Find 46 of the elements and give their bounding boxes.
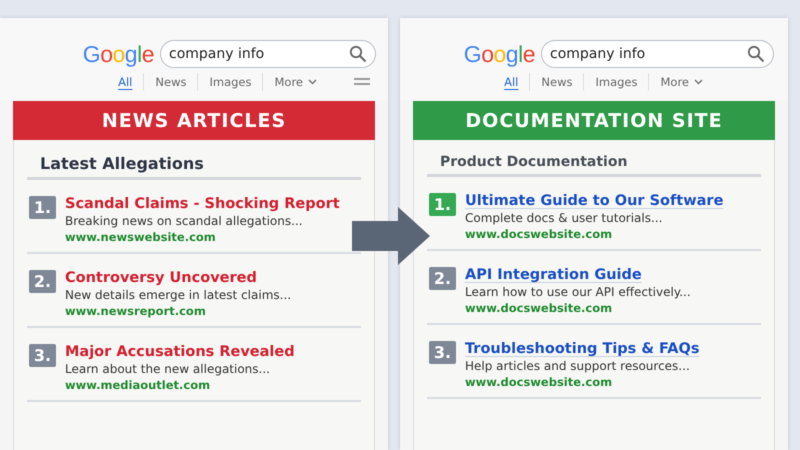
- result-snippet: New details emerge in latest claims...: [65, 288, 292, 302]
- result-snippet: Help articles and support resources...: [465, 359, 690, 373]
- caret-icon: [308, 79, 317, 85]
- result-title-link[interactable]: API Integration Guide: [465, 267, 642, 283]
- rank-badge: 2.: [29, 270, 56, 293]
- search-icon[interactable]: [747, 45, 765, 63]
- menu-icon[interactable]: [354, 78, 370, 86]
- rank-badge: 1.: [429, 193, 456, 216]
- result-url: www.newswebsite.com: [65, 230, 216, 244]
- rank-badge: 3.: [29, 344, 56, 367]
- search-tab[interactable]: All: [107, 73, 144, 91]
- arrow-icon: [352, 207, 430, 265]
- rank-badge: 2.: [429, 267, 456, 290]
- search-tab[interactable]: All: [493, 73, 530, 91]
- rank-badge: 3.: [429, 341, 456, 364]
- search-tab[interactable]: Images: [583, 73, 648, 91]
- rank-badge: 1.: [29, 196, 56, 219]
- result-snippet: Complete docs & user tutorials...: [465, 211, 662, 225]
- result-url: www.newsreport.com: [65, 304, 206, 318]
- result-snippet: Learn about the new allegations...: [65, 362, 270, 376]
- result-title-link[interactable]: Troubleshooting Tips & FAQs: [465, 341, 700, 357]
- google-logo: Google: [464, 40, 535, 68]
- search-tab[interactable]: News: [529, 73, 584, 91]
- search-tab[interactable]: More: [648, 73, 714, 91]
- caret-icon: [694, 79, 703, 85]
- result-url: www.mediaoutlet.com: [65, 378, 210, 392]
- search-tab[interactable]: News: [143, 73, 198, 91]
- site-banner: NEWS ARTICLES: [13, 101, 375, 140]
- search-field[interactable]: company info: [160, 40, 376, 68]
- result-title-link[interactable]: Controversy Uncovered: [65, 270, 257, 286]
- result-title-link[interactable]: Ultimate Guide to Our Software: [465, 193, 724, 209]
- search-tab[interactable]: Images: [197, 73, 262, 91]
- result-url: www.docswebsite.com: [465, 375, 612, 389]
- search-field[interactable]: company info: [541, 40, 774, 68]
- search-tab[interactable]: More: [262, 73, 328, 91]
- result-url: www.docswebsite.com: [465, 227, 612, 241]
- google-logo: Google: [82, 40, 154, 68]
- search-icon[interactable]: [349, 45, 367, 63]
- result-snippet: Learn how to use our API effectively...: [465, 285, 691, 299]
- result-snippet: Breaking news on scandal allegations...: [65, 214, 303, 228]
- result-url: www.docswebsite.com: [465, 301, 612, 315]
- section-heading: Product Documentation: [427, 140, 761, 177]
- site-banner: DOCUMENTATION SITE: [413, 101, 775, 140]
- section-heading: Latest Allegations: [27, 140, 361, 180]
- result-title-link[interactable]: Major Accusations Revealed: [65, 344, 295, 360]
- result-title-link[interactable]: Scandal Claims - Shocking Report: [65, 196, 340, 212]
